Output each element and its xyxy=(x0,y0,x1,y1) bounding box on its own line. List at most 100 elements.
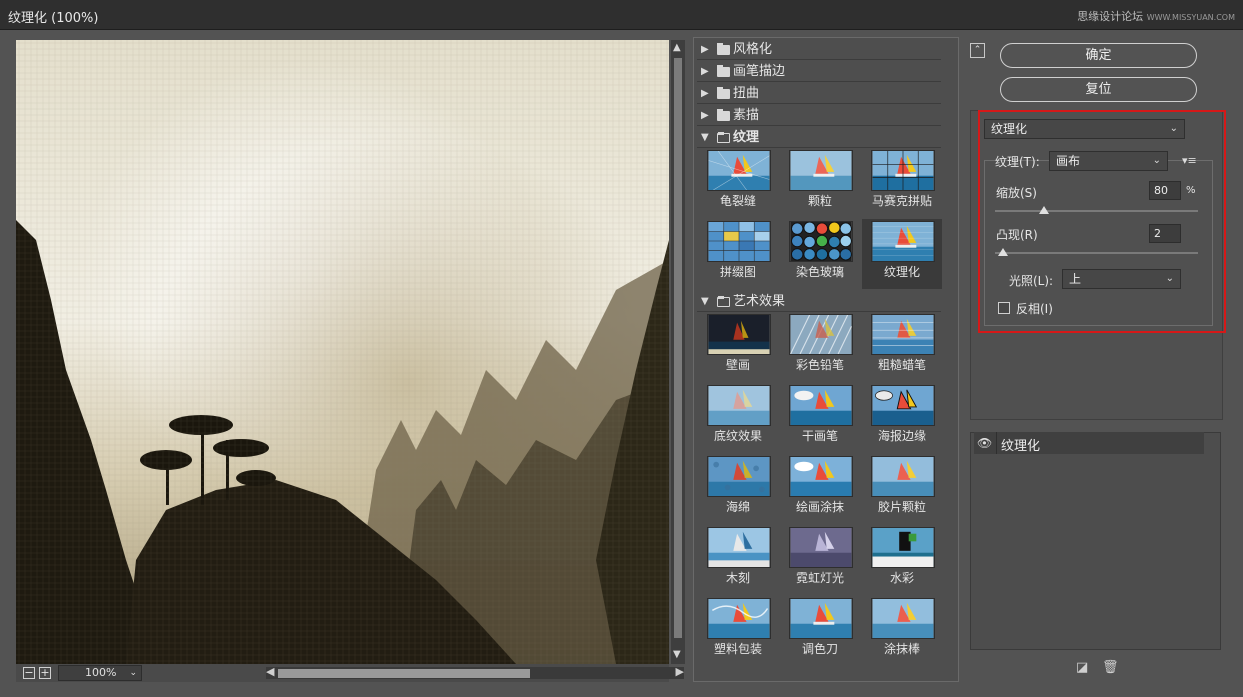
filter-poster-edges[interactable]: 海报边缘 xyxy=(862,383,942,453)
filter-label: 海报边缘 xyxy=(877,429,926,443)
filter-dry-brush[interactable]: 干画笔 xyxy=(780,383,860,453)
filter-label: 木刻 xyxy=(725,571,750,585)
filter-mosaic-tiles[interactable]: 马赛克拼贴 xyxy=(862,148,942,218)
gallery-scrollbar[interactable]: ▲ ▼ xyxy=(671,40,685,664)
watermark-text: 思缘设计论坛 xyxy=(1077,10,1144,23)
filter-thumbnail xyxy=(789,150,853,191)
filter-label: 纹理化 xyxy=(883,265,920,279)
effect-layers-panel xyxy=(970,432,1221,650)
filter-thumbnail xyxy=(789,598,853,639)
title-bar: 纹理化 (100%) 思缘设计论坛 WWW.MISSYUAN.COM xyxy=(0,0,1243,30)
folder-open-icon xyxy=(717,296,730,307)
filter-label: 调色刀 xyxy=(801,642,838,656)
effect-layer-row[interactable]: 👁 纹理化 xyxy=(974,432,1204,454)
filter-plastic-wrap[interactable]: 塑料包装 xyxy=(698,596,778,666)
filter-thumbnail xyxy=(789,385,853,426)
new-effect-layer-icon[interactable]: ◪ xyxy=(1076,660,1088,675)
filter-label: 壁画 xyxy=(725,358,750,372)
expand-arrow-icon: ▶ xyxy=(701,88,709,99)
filter-label: 颗粒 xyxy=(807,194,832,208)
filter-craquelure[interactable]: 龟裂缝 xyxy=(698,148,778,218)
category-stylize[interactable]: ▶ 风格化 xyxy=(697,39,941,60)
preview-canvas[interactable] xyxy=(16,40,669,664)
category-texture[interactable]: ▼ 纹理 xyxy=(697,127,941,148)
effect-layer-name: 纹理化 xyxy=(1001,439,1041,454)
scrollbar-thumb[interactable] xyxy=(674,58,682,638)
filter-label: 霓虹灯光 xyxy=(795,571,844,585)
filter-label: 塑料包装 xyxy=(713,642,762,656)
filter-fresco[interactable]: 壁画 xyxy=(698,312,778,382)
filter-label: 底纹效果 xyxy=(713,429,762,443)
filter-gallery: ▶ 风格化 ▶ 画笔描边 ▶ 扭曲 ▶ 素描 ▼ 纹理 龟裂缝 颗粒 马赛克拼贴… xyxy=(693,37,959,682)
trash-icon[interactable]: 🗑 xyxy=(1102,660,1119,675)
filter-sponge[interactable]: 海绵 xyxy=(698,454,778,524)
filter-label: 龟裂缝 xyxy=(719,194,756,208)
divider xyxy=(996,432,997,454)
zoom-bar: − + 100% ⌄ ◀ ▶ xyxy=(16,664,684,682)
filter-thumbnail xyxy=(707,456,771,497)
expand-arrow-icon: ▶ xyxy=(701,66,709,77)
scroll-right-icon[interactable]: ▶ xyxy=(676,665,684,678)
filter-grain[interactable]: 颗粒 xyxy=(780,148,860,218)
filter-thumbnail xyxy=(707,598,771,639)
filter-neon-glow[interactable]: 霓虹灯光 xyxy=(780,525,860,595)
folder-open-icon xyxy=(717,132,730,143)
scroll-left-icon[interactable]: ◀ xyxy=(266,665,274,678)
category-distort[interactable]: ▶ 扭曲 xyxy=(697,83,941,104)
category-artistic[interactable]: ▼ 艺术效果 xyxy=(697,291,941,312)
watermark: 思缘设计论坛 WWW.MISSYUAN.COM xyxy=(1077,8,1235,24)
scrollbar-thumb[interactable] xyxy=(278,669,530,678)
zoom-in-button[interactable]: + xyxy=(39,667,51,679)
expand-arrow-icon: ▶ xyxy=(701,110,709,121)
filter-watercolor[interactable]: 水彩 xyxy=(862,525,942,595)
filter-underpainting[interactable]: 底纹效果 xyxy=(698,383,778,453)
preview-image xyxy=(16,40,669,664)
eye-icon[interactable]: 👁 xyxy=(977,436,992,450)
filter-smudge-stick[interactable]: 涂抹棒 xyxy=(862,596,942,666)
filter-label: 涂抹棒 xyxy=(883,642,920,656)
horizontal-scrollbar[interactable]: ◀ ▶ xyxy=(266,665,684,679)
category-label: 纹理 xyxy=(733,130,760,145)
filter-stained-glass[interactable]: 染色玻璃 xyxy=(780,219,860,289)
filter-texturizer[interactable]: 纹理化 xyxy=(862,219,942,289)
filter-thumbnail xyxy=(789,527,853,568)
filter-label: 粗糙蜡笔 xyxy=(877,358,926,372)
filter-patchwork[interactable]: 拼缀图 xyxy=(698,219,778,289)
category-label: 扭曲 xyxy=(733,86,760,101)
window-title: 纹理化 (100%) xyxy=(8,11,99,26)
folder-icon xyxy=(717,43,730,55)
filter-label: 水彩 xyxy=(889,571,914,585)
expand-arrow-icon: ▶ xyxy=(701,44,709,55)
category-label: 艺术效果 xyxy=(733,294,786,309)
scroll-up-icon[interactable]: ▲ xyxy=(673,42,681,53)
filter-thumbnail xyxy=(707,150,771,191)
zoom-out-button[interactable]: − xyxy=(23,667,35,679)
category-brush-strokes[interactable]: ▶ 画笔描边 xyxy=(697,61,941,82)
ok-button[interactable]: 确定 xyxy=(1000,43,1197,68)
reset-button[interactable]: 复位 xyxy=(1000,77,1197,102)
filter-film-grain[interactable]: 胶片颗粒 xyxy=(862,454,942,524)
collapse-gallery-button[interactable]: ⌃ xyxy=(970,43,985,58)
category-label: 画笔描边 xyxy=(733,64,786,79)
zoom-select[interactable]: 100% ⌄ xyxy=(58,665,142,681)
filter-thumbnail xyxy=(871,385,935,426)
filter-palette-knife[interactable]: 调色刀 xyxy=(780,596,860,666)
scroll-down-icon[interactable]: ▼ xyxy=(673,649,681,660)
filter-colored-pencil[interactable]: 彩色铅笔 xyxy=(780,312,860,382)
filter-thumbnail xyxy=(707,527,771,568)
filter-thumbnail xyxy=(789,221,853,262)
collapse-arrow-icon: ▼ xyxy=(701,132,709,143)
filter-label: 海绵 xyxy=(725,500,750,514)
filter-rough-pastels[interactable]: 粗糙蜡笔 xyxy=(862,312,942,382)
filter-thumbnail xyxy=(707,314,771,355)
filter-thumbnail xyxy=(871,598,935,639)
filter-label: 干画笔 xyxy=(801,429,838,443)
highlight-annotation xyxy=(978,110,1226,333)
category-sketch[interactable]: ▶ 素描 xyxy=(697,105,941,126)
zoom-value: 100% xyxy=(85,666,117,679)
filter-cutout[interactable]: 木刻 xyxy=(698,525,778,595)
folder-icon xyxy=(717,109,730,121)
folder-icon xyxy=(717,65,730,77)
filter-thumbnail xyxy=(871,150,935,191)
filter-paint-daubs[interactable]: 绘画涂抹 xyxy=(780,454,860,524)
